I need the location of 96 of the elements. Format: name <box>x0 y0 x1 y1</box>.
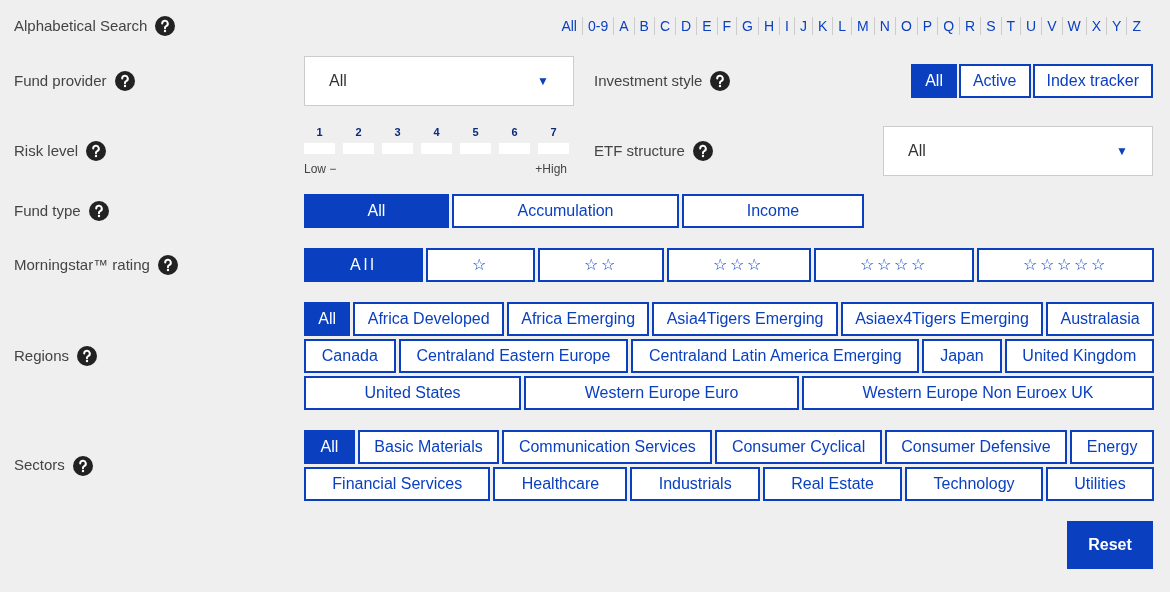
filter-option[interactable]: Industrials <box>630 467 760 501</box>
letter-link[interactable]: U <box>1021 15 1042 37</box>
filter-option[interactable]: Energy <box>1070 430 1154 464</box>
filter-option[interactable]: Accumulation <box>452 194 679 228</box>
filter-option[interactable]: Asia4Tigers Emerging <box>652 302 838 336</box>
filter-option[interactable]: Centraland Eastern Europe <box>398 339 629 373</box>
letter-link[interactable]: E <box>697 15 717 37</box>
filter-label: Fund provider <box>14 70 107 91</box>
letter-link[interactable]: 0-9 <box>583 15 614 37</box>
letter-link[interactable]: A <box>614 15 634 37</box>
risk-number: 7 <box>550 124 557 140</box>
filter-option[interactable]: All <box>304 248 423 282</box>
letter-link[interactable]: M <box>852 15 874 37</box>
filter-label: Risk level <box>14 140 79 161</box>
filter-option[interactable]: ☆☆☆☆ <box>813 248 974 282</box>
filter-option[interactable]: Healthcare <box>493 467 628 501</box>
risk-number: 1 <box>316 124 323 140</box>
filter-option[interactable]: Consumer Defensive <box>884 430 1068 464</box>
letter-link[interactable]: X <box>1086 15 1107 37</box>
letter-link[interactable]: J <box>794 15 812 37</box>
help-icon[interactable] <box>77 346 98 366</box>
help-icon[interactable] <box>86 141 107 161</box>
risk-number: 5 <box>472 124 479 140</box>
letter-link[interactable]: F <box>717 15 737 37</box>
filter-label: Fund type <box>14 200 81 221</box>
filter-option[interactable]: Income <box>682 194 864 228</box>
help-icon[interactable] <box>157 255 178 275</box>
filter-option[interactable]: Asiaex4Tigers Emerging <box>840 302 1044 336</box>
high-label: +High <box>535 161 567 179</box>
dropdown-select[interactable]: All ▼ <box>304 56 574 106</box>
filter-option[interactable]: All <box>304 302 351 336</box>
reset-button[interactable]: Reset <box>1067 521 1153 569</box>
filter-label: Morningstar™ rating <box>14 254 150 275</box>
filter-option[interactable]: Canada <box>304 339 396 373</box>
letter-link[interactable]: R <box>960 15 981 37</box>
letter-link[interactable]: C <box>654 15 676 37</box>
filter-option[interactable]: Financial Services <box>304 467 491 501</box>
letter-link[interactable]: L <box>833 15 852 37</box>
letter-link[interactable]: All <box>556 15 582 37</box>
letter-link[interactable]: Z <box>1127 15 1146 37</box>
filter-option[interactable]: All <box>304 194 449 228</box>
filter-option[interactable]: Centraland Latin America Emerging <box>631 339 920 373</box>
filter-option[interactable]: Utilities <box>1045 467 1154 501</box>
letter-link[interactable]: O <box>895 15 917 37</box>
letter-link[interactable]: Q <box>938 15 960 37</box>
filter-option[interactable]: All <box>304 430 355 464</box>
filter-option[interactable]: Japan <box>922 339 1002 373</box>
filter-label: Alphabetical Search <box>14 15 148 36</box>
letter-link[interactable]: N <box>874 15 895 37</box>
help-icon[interactable] <box>710 71 731 91</box>
help-icon[interactable] <box>155 16 176 36</box>
risk-number: 4 <box>433 124 440 140</box>
filter-option[interactable]: Consumer Cyclical <box>715 430 882 464</box>
letter-link[interactable]: Y <box>1107 15 1127 37</box>
letter-link[interactable]: T <box>1001 15 1021 37</box>
letter-link[interactable]: W <box>1062 15 1086 37</box>
filter-option[interactable]: ☆ <box>426 248 536 282</box>
filter-option[interactable]: United Kingdom <box>1004 339 1154 373</box>
letter-link[interactable]: P <box>917 15 938 37</box>
filter-option[interactable]: Western Europe Euro <box>524 376 799 410</box>
filter-option[interactable]: Index tracker <box>1032 64 1153 98</box>
filter-label: Sectors <box>14 455 65 476</box>
filter-label: ETF structure <box>594 140 685 161</box>
letter-link[interactable]: V <box>1042 15 1062 37</box>
letter-link[interactable]: I <box>780 15 794 37</box>
filter-option[interactable]: ☆☆ <box>538 248 665 282</box>
filter-option[interactable]: Real Estate <box>762 467 903 501</box>
dropdown-select[interactable]: All ▼ <box>883 126 1153 176</box>
help-icon[interactable] <box>72 455 93 476</box>
filter-option[interactable]: Africa Emerging <box>506 302 650 336</box>
risk-number: 2 <box>355 124 362 140</box>
filter-option[interactable]: ☆☆☆☆☆ <box>976 248 1154 282</box>
filter-option[interactable]: Western Europe Non Euroex UK <box>801 376 1154 410</box>
help-icon[interactable] <box>88 201 109 221</box>
filter-option[interactable]: ☆☆☆ <box>667 248 811 282</box>
filter-option[interactable]: Technology <box>905 467 1043 501</box>
letter-link[interactable]: B <box>634 15 654 37</box>
filter-option[interactable]: All <box>911 64 957 98</box>
letter-link[interactable]: K <box>812 15 833 37</box>
filter-option[interactable]: Communication Services <box>502 430 713 464</box>
filter-option[interactable]: Australasia <box>1046 302 1154 336</box>
filter-option[interactable]: Active <box>958 64 1031 98</box>
filter-option[interactable]: United States <box>304 376 522 410</box>
letter-link[interactable]: H <box>758 15 780 37</box>
filter-option[interactable]: Africa Developed <box>353 302 504 336</box>
filter-label: Investment style <box>594 70 703 91</box>
filter-label: Regions <box>14 345 70 366</box>
filter-option[interactable]: Basic Materials <box>357 430 500 464</box>
help-icon[interactable] <box>692 141 713 161</box>
risk-number: 6 <box>511 124 518 140</box>
letter-link[interactable]: S <box>981 15 1001 37</box>
help-icon[interactable] <box>114 71 135 91</box>
letter-link[interactable]: G <box>737 15 758 37</box>
low-label: Low − <box>304 161 337 179</box>
risk-number: 3 <box>394 124 401 140</box>
letter-link[interactable]: D <box>676 15 697 37</box>
